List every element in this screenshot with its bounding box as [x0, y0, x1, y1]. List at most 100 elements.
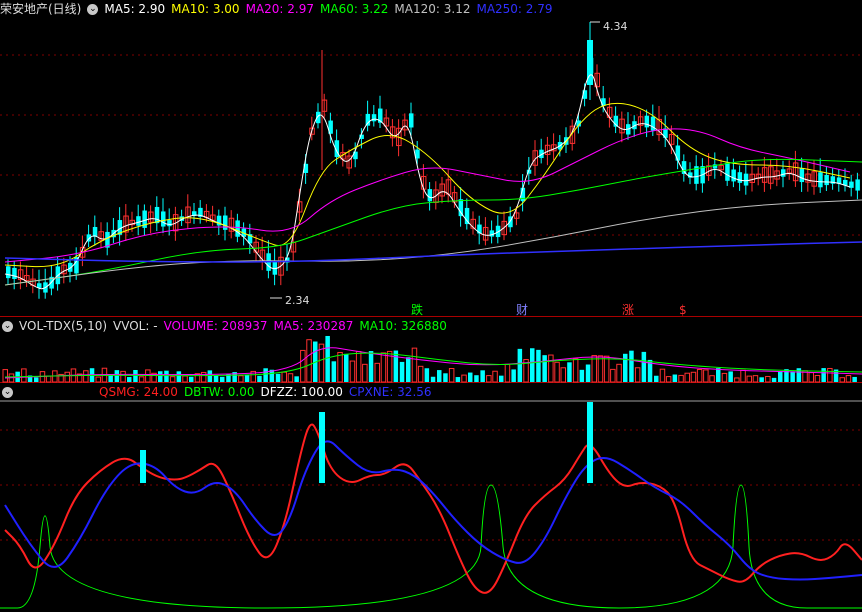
- candle-down: [235, 220, 240, 237]
- candle-down: [12, 267, 17, 279]
- qsmg-line: [4, 423, 862, 594]
- candle-down: [365, 113, 371, 126]
- volume-bar-up: [703, 369, 709, 383]
- volume-bar-up: [765, 375, 771, 383]
- volume-bar-down: [517, 348, 523, 382]
- volume-bar-down: [567, 362, 572, 382]
- stock-chart[interactable]: 4.34 2.34 跌 财 涨 $: [0, 0, 862, 612]
- volume-bar-up: [380, 352, 387, 383]
- dfzz-bar: [319, 412, 325, 483]
- volume-bar-up: [616, 363, 622, 383]
- volume-bar-up: [554, 361, 560, 383]
- volume-bar-up: [659, 368, 666, 383]
- volume-bar-down: [629, 350, 634, 382]
- volume-bar-down: [455, 377, 461, 382]
- volume-bar-up: [355, 351, 362, 383]
- volume-bar-up: [486, 375, 492, 383]
- volume-bar-down: [424, 368, 430, 382]
- volume-bar-up: [678, 374, 684, 383]
- volume-bar-up: [83, 370, 89, 383]
- candle-down: [272, 260, 278, 275]
- volume-bar-down: [325, 335, 330, 382]
- volume-bar-down: [759, 377, 764, 382]
- ma120-line: [4, 199, 862, 286]
- volume-bar-down: [406, 357, 411, 382]
- volume-bar-up: [21, 368, 27, 383]
- candle-down: [136, 216, 141, 226]
- volume-bar-up: [349, 360, 356, 383]
- volume-bar-down: [437, 370, 442, 382]
- volume-bar-down: [263, 368, 268, 382]
- volume-bar-up: [281, 371, 287, 383]
- candle-down: [489, 230, 495, 237]
- volume-bar-down: [530, 348, 535, 382]
- volume-bar-up: [182, 375, 188, 383]
- volume-bar-up: [417, 365, 424, 383]
- volume-bar-up: [827, 367, 833, 383]
- volume-bar-up: [560, 367, 566, 383]
- volume-bar-down: [585, 364, 591, 382]
- volume-bar-down: [294, 376, 299, 382]
- volume-bar-down: [108, 375, 113, 382]
- volume-bar-up: [374, 362, 380, 383]
- volume-bar-up: [411, 347, 418, 383]
- volume-bar-up: [45, 375, 52, 383]
- volume-bar-up: [238, 375, 244, 383]
- volume-bar-down: [852, 376, 857, 382]
- candle-down: [824, 174, 829, 186]
- dfzz-bar: [587, 402, 593, 483]
- candle-down: [725, 162, 730, 181]
- volume-bar-down: [399, 361, 405, 382]
- volume-bar-down: [542, 355, 547, 382]
- volume-bar-down: [34, 377, 39, 382]
- dfzz-bar: [140, 450, 146, 483]
- volume-bar-down: [257, 375, 262, 382]
- candle-down: [799, 168, 805, 183]
- volume-bar-down: [672, 374, 678, 382]
- candle-down: [644, 115, 650, 128]
- candle-down: [161, 211, 166, 227]
- volume-bar-up: [200, 371, 207, 383]
- candle-down: [781, 169, 786, 177]
- volume-bar-down: [536, 349, 541, 382]
- volume-bar-down: [207, 370, 213, 382]
- candle-down: [409, 113, 414, 128]
- volume-bar-up: [95, 376, 101, 383]
- volume-bar-down: [579, 369, 585, 382]
- volume-bar-up: [300, 349, 306, 383]
- volume-bar-down: [368, 351, 374, 382]
- candle-down: [464, 207, 470, 225]
- volume-bar-down: [778, 371, 783, 382]
- volume-bar-up: [362, 363, 368, 383]
- volume-bar-up: [808, 372, 814, 383]
- volume-bar-up: [839, 377, 845, 383]
- volume-bar-down: [220, 376, 225, 382]
- volume-bar-down: [480, 370, 485, 382]
- volume-bar-up: [138, 376, 145, 383]
- volume-bar-up: [845, 375, 852, 383]
- candle-down: [167, 220, 172, 227]
- volume-bar-up: [597, 355, 604, 383]
- ma10-line: [4, 102, 851, 268]
- volume-bar-down: [344, 353, 349, 382]
- volume-bar-down: [468, 372, 473, 382]
- volume-bar-down: [275, 373, 281, 382]
- volume-bar-up: [740, 369, 746, 383]
- volume-bar-up: [492, 370, 498, 383]
- volume-bar-down: [654, 375, 659, 382]
- volume-bar-down: [728, 371, 733, 382]
- volume-bar-up: [448, 367, 455, 383]
- volume-bar-up: [306, 339, 312, 383]
- candle-down: [154, 206, 160, 224]
- volume-bar-down: [213, 375, 219, 382]
- volume-bar-up: [591, 355, 597, 383]
- volume-bar-up: [709, 375, 715, 383]
- candle-down: [743, 173, 749, 186]
- volume-bar-down: [641, 351, 647, 382]
- candle-down: [675, 145, 681, 161]
- volume-bar-up: [120, 370, 126, 383]
- volume-bar-up: [734, 377, 740, 383]
- candle-down: [855, 179, 860, 191]
- volume-bar-down: [784, 369, 789, 382]
- candle-down: [818, 172, 823, 188]
